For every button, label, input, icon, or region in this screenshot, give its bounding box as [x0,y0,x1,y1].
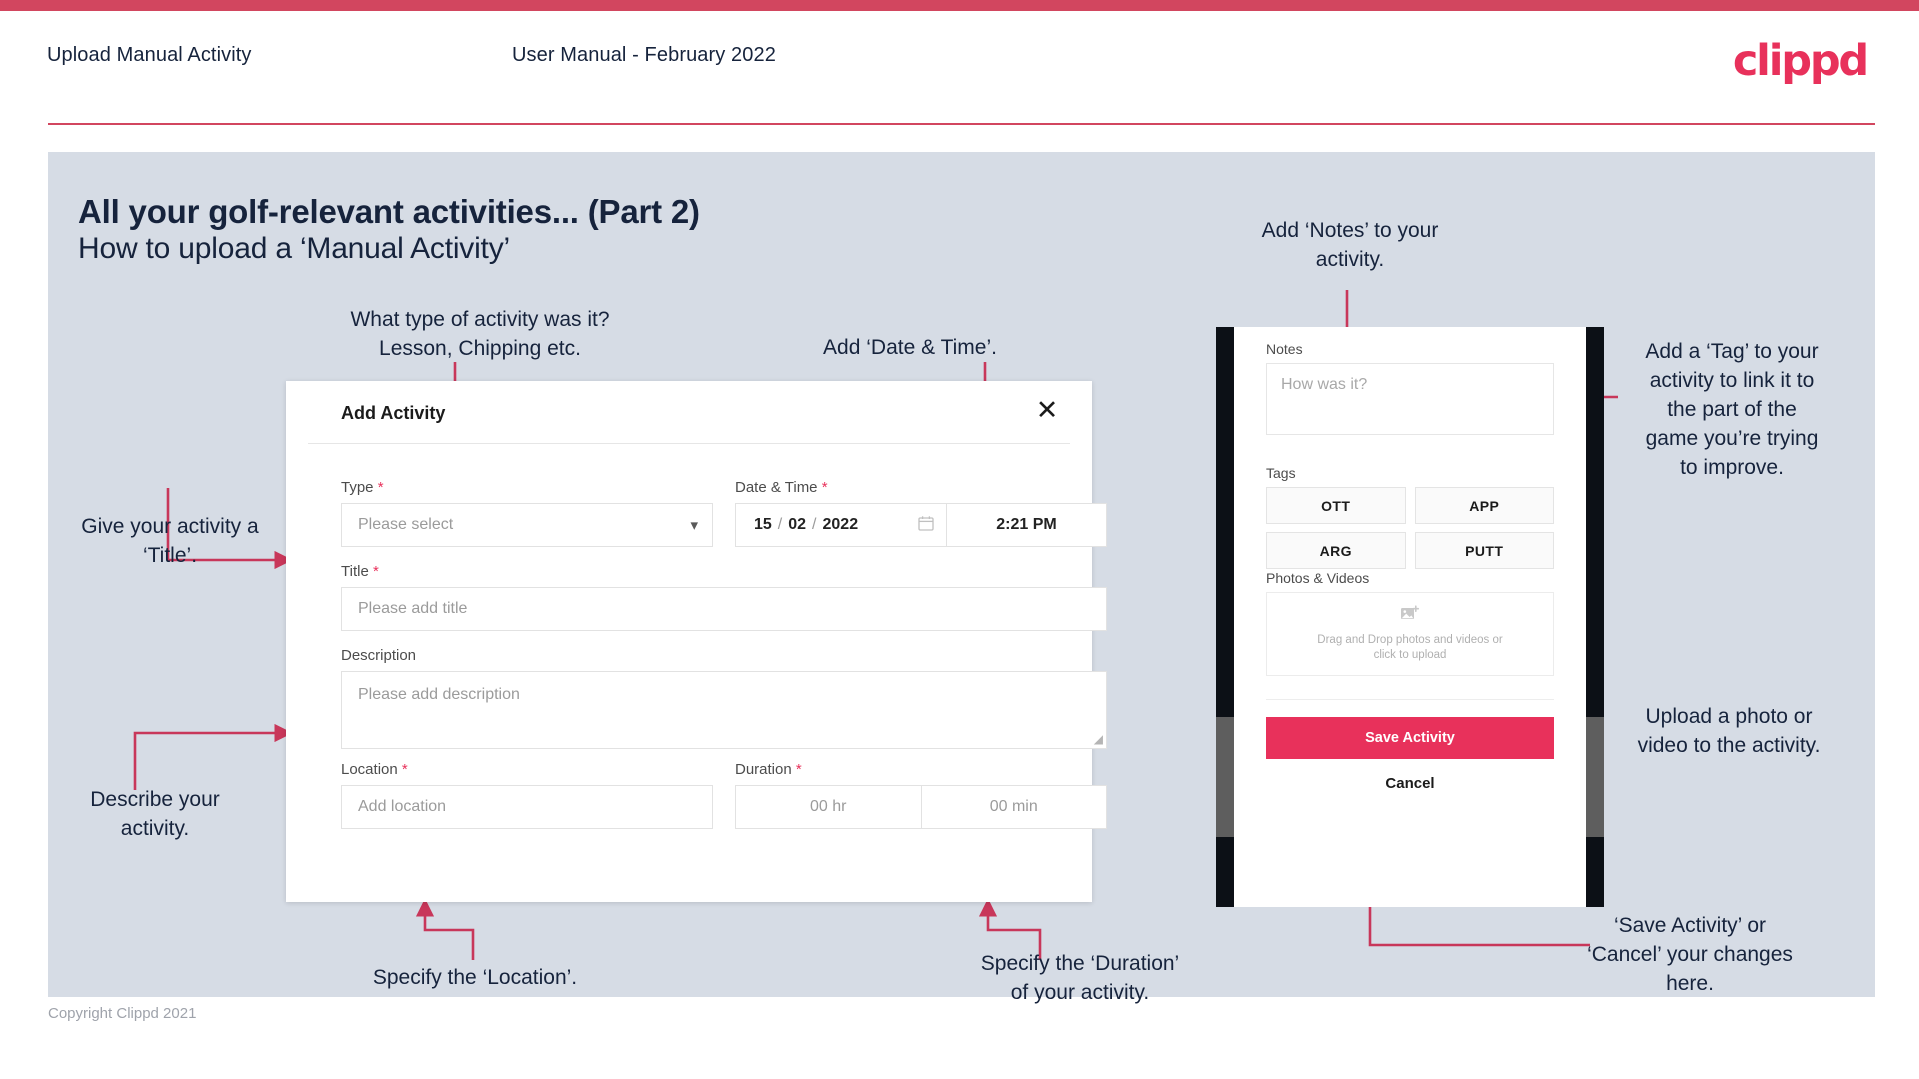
duration-hours-input[interactable]: 00 hr [736,786,921,828]
dropzone-line1: Drag and Drop photos and videos or [1317,634,1503,646]
dialog-header: Add Activity ✕ [286,381,1092,443]
description-label-text: Description [341,647,417,664]
dropzone-line2: click to upload [1373,649,1447,661]
duration-label: Duration * [735,761,1107,778]
annotation-location: Specify the ‘Location’. [372,966,578,989]
location-placeholder: Add location [358,798,447,815]
header-divider [48,123,1875,125]
required-marker: * [795,761,802,778]
description-textarea[interactable]: Please add description ◢ [341,671,1107,749]
type-select[interactable]: Please select ▾ [341,503,713,547]
annotation-upload: Upload a photo or video to the activity. [1637,705,1821,757]
form-row-location-duration: Location * Add location Duration * 00 hr… [341,761,1107,829]
date-separator: / [777,516,783,533]
tag-button-app[interactable]: APP [1414,487,1554,524]
location-label-text: Location [341,761,398,778]
date-input[interactable]: 15 / 02 / 2022 [736,504,946,546]
tags-group: Tags [1266,465,1296,483]
time-input[interactable]: 2:21 PM [946,504,1106,546]
phone-bezel-right-accent [1586,717,1604,837]
cancel-button[interactable]: Cancel [1234,775,1586,792]
date-separator: / [812,516,817,533]
duration-minutes-input[interactable]: 00 min [920,786,1107,828]
notes-label: Notes [1266,341,1303,357]
annotation-duration: Specify the ‘Duration’ of your activity. [980,952,1180,1004]
annotation-description: Describe your activity. [90,788,220,840]
type-field-group: Type * Please select ▾ [341,479,713,547]
date-year: 2022 [822,516,859,533]
photos-group: Photos & Videos [1266,570,1369,588]
duration-label-text: Duration [735,761,792,778]
photos-label: Photos & Videos [1266,570,1370,586]
location-field-group: Location * Add location [341,761,713,829]
resize-grip-icon[interactable]: ◢ [1094,732,1103,746]
title-field-group: Title * Please add title [341,563,1107,631]
top-accent-bar [0,0,1919,11]
datetime-control: 15 / 02 / 2022 2:21 PM [735,503,1107,547]
type-label-text: Type [341,479,374,496]
required-marker: * [401,761,408,778]
annotation-tag: Add a ‘Tag’ to your activity to link it t… [1645,340,1819,479]
type-placeholder: Please select [358,516,454,533]
description-placeholder: Please add description [358,686,520,703]
header-subtitle: User Manual - February 2022 [512,44,776,66]
location-label: Location * [341,761,713,778]
date-month: 02 [788,516,807,533]
add-activity-dialog: Add Activity ✕ Type * Please select ▾ Da… [286,381,1107,902]
slide-subtitle: How to upload a ‘Manual Activity’ [78,232,510,265]
phone-bezel-left-accent [1216,717,1234,837]
notes-input[interactable]: How was it? [1266,363,1554,435]
title-placeholder: Please add title [358,600,468,617]
annotation-title: Give your activity a ‘Title’. [81,515,259,567]
save-activity-button[interactable]: Save Activity [1266,717,1554,759]
location-input[interactable]: Add location [341,785,713,829]
datetime-field-group: Date & Time * 15 / 02 / 2022 2:21 PM [735,479,1107,547]
dialog-title: Add Activity [341,403,446,423]
tag-button-ott[interactable]: OTT [1266,487,1406,524]
chevron-down-icon: ▾ [690,516,698,534]
dropzone-text: Drag and Drop photos and videos or click… [1317,633,1502,663]
add-image-icon [1400,605,1420,628]
notes-group: Notes [1266,341,1303,359]
annotation-type: What type of activity was it? Lesson, Chi… [350,308,610,360]
footer-copyright: Copyright Clippd 2021 [48,1005,197,1022]
dialog-divider [308,443,1070,444]
form-row-type-datetime: Type * Please select ▾ Date & Time * 15 … [341,479,1107,547]
slide-title: All your golf-relevant activities... (Pa… [78,193,700,230]
slide-page: Upload Manual Activity User Manual - Feb… [0,0,1919,1079]
tag-button-arg[interactable]: ARG [1266,532,1406,569]
phone-screen: Notes How was it? Tags OTT APP ARG PUTT … [1234,327,1586,907]
header-title: Upload Manual Activity [47,44,252,66]
description-label: Description [341,647,1107,664]
photo-dropzone[interactable]: Drag and Drop photos and videos or click… [1266,592,1554,676]
annotation-save-cancel: ‘Save Activity’ or ‘Cancel’ your changes h… [1587,914,1793,995]
phone-mockup: Notes How was it? Tags OTT APP ARG PUTT … [1216,327,1604,907]
phone-divider [1266,699,1554,700]
tags-label: Tags [1266,465,1296,481]
required-marker: * [372,563,379,580]
notes-placeholder: How was it? [1281,376,1368,393]
title-input[interactable]: Please add title [341,587,1107,631]
date-day: 15 [754,516,772,533]
close-icon[interactable]: ✕ [1032,395,1062,425]
datetime-label: Date & Time * [735,479,1107,496]
type-label: Type * [341,479,713,496]
calendar-icon[interactable] [918,515,934,536]
duration-field-group: Duration * 00 hr 00 min [735,761,1107,829]
annotation-notes: Add ‘Notes’ to your activity. [1261,219,1439,271]
required-marker: * [377,479,384,496]
clippd-logo: clippd [1732,36,1869,86]
title-label-text: Title [341,563,369,580]
title-label: Title * [341,563,1107,580]
tags-grid: OTT APP ARG PUTT [1266,487,1554,569]
annotation-datetime: Add ‘Date & Time’. [823,336,997,359]
description-field-group: Description Please add description ◢ [341,647,1107,749]
datetime-label-text: Date & Time [735,479,818,496]
required-marker: * [821,479,828,496]
tag-button-putt[interactable]: PUTT [1414,532,1554,569]
duration-control: 00 hr 00 min [735,785,1107,829]
